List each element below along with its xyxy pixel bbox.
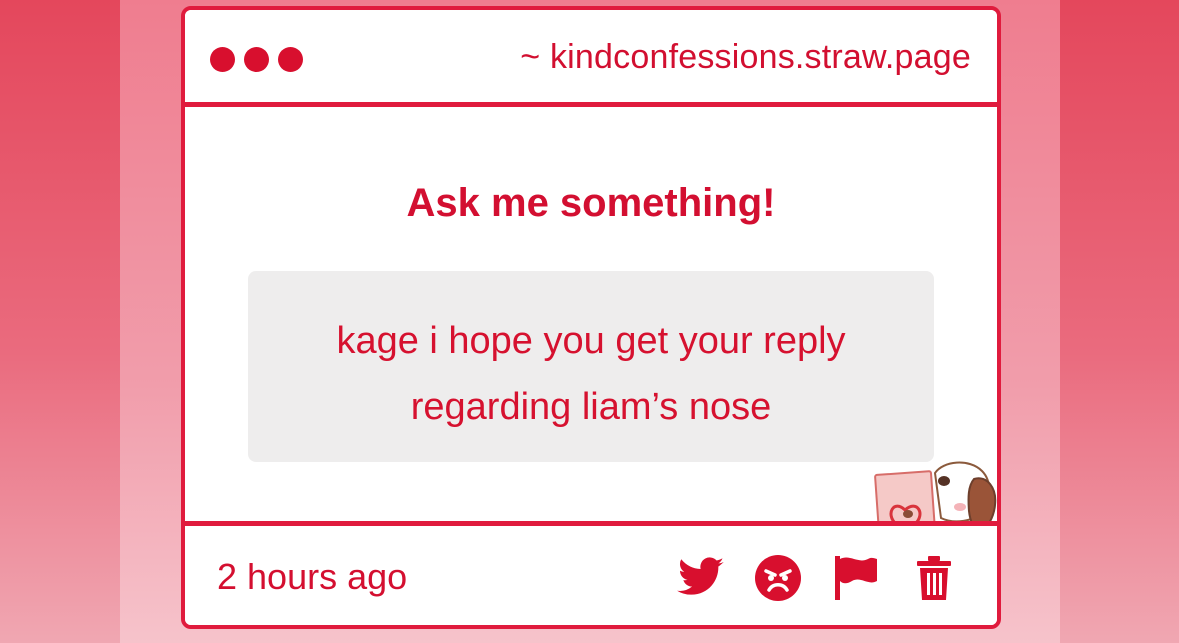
confession-content: Ask me something! kage i hope you get yo…	[185, 107, 997, 616]
message-box: kage i hope you get your reply regarding…	[248, 271, 934, 462]
trash-icon	[917, 556, 951, 600]
timestamp: 2 hours ago	[217, 556, 408, 597]
twitter-button[interactable]	[675, 553, 725, 603]
angry-face-icon	[755, 555, 801, 601]
flag-icon	[835, 556, 877, 600]
action-bar	[675, 553, 959, 603]
page-url[interactable]: ~ kindconfessions.straw.page	[520, 37, 971, 77]
window-dot-2	[244, 47, 269, 72]
window-controls	[210, 47, 303, 72]
window-dot-1	[210, 47, 235, 72]
message-text: kage i hope you get your reply regarding…	[248, 308, 934, 440]
card-footer: 2 hours ago	[185, 521, 997, 625]
confession-card: ~ kindconfessions.straw.page Ask me some…	[181, 6, 1001, 629]
react-button[interactable]	[753, 553, 803, 603]
message-line-1: kage i hope you get your reply	[336, 320, 846, 362]
message-line-2: regarding liam’s nose	[410, 386, 772, 428]
twitter-icon	[677, 557, 724, 595]
window-dot-3	[278, 47, 303, 72]
window-titlebar: ~ kindconfessions.straw.page	[185, 10, 997, 107]
prompt-title: Ask me something!	[406, 181, 776, 225]
delete-button[interactable]	[909, 553, 959, 603]
flag-button[interactable]	[831, 553, 881, 603]
